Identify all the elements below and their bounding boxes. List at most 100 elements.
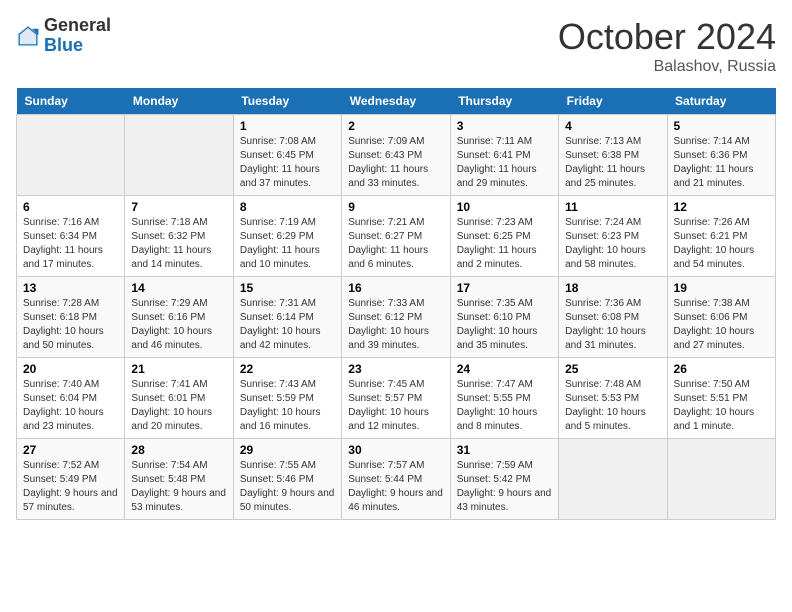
calendar-cell: 29 Sunrise: 7:55 AM Sunset: 5:46 PM Dayli… [233, 439, 341, 520]
day-number: 23 [348, 362, 443, 376]
calendar-cell: 20 Sunrise: 7:40 AM Sunset: 6:04 PM Dayli… [17, 358, 125, 439]
day-number: 21 [131, 362, 226, 376]
day-of-week-header: Monday [125, 88, 233, 115]
day-number: 1 [240, 119, 335, 133]
day-info: Sunrise: 7:26 AM Sunset: 6:21 PM Dayligh… [674, 216, 769, 272]
day-number: 2 [348, 119, 443, 133]
calendar-cell: 25Sunrise: 7:48 AM Sunset: 5:53 PM Dayli… [559, 358, 667, 439]
day-info: Sunrise: 7:45 AM Sunset: 5:57 PM Dayligh… [348, 378, 443, 434]
day-of-week-header: Saturday [667, 88, 775, 115]
day-number: 9 [348, 200, 443, 214]
calendar-cell: 13Sunrise: 7:28 AM Sunset: 6:18 PM Dayli… [17, 277, 125, 358]
calendar-table: SundayMondayTuesdayWednesdayThursdayFrid… [16, 88, 776, 520]
day-info: Sunrise: 7:23 AM Sunset: 6:25 PM Dayligh… [457, 216, 552, 272]
day-number: 16 [348, 281, 443, 295]
day-info: Sunrise: 7:43 AM Sunset: 5:59 PM Dayligh… [240, 378, 335, 434]
day-of-week-header: Tuesday [233, 88, 341, 115]
day-info: Sunrise: 7:59 AM Sunset: 5:42 PM Dayligh… [457, 459, 552, 515]
calendar-cell: 4Sunrise: 7:13 AM Sunset: 6:38 PM Daylig… [559, 115, 667, 196]
day-number: 29 [240, 443, 335, 457]
day-number: 19 [674, 281, 769, 295]
calendar-cell [559, 439, 667, 520]
calendar-cell: 6Sunrise: 7:16 AM Sunset: 6:34 PM Daylig… [17, 196, 125, 277]
day-number: 31 [457, 443, 552, 457]
day-info: Sunrise: 7:47 AM Sunset: 5:55 PM Dayligh… [457, 378, 552, 434]
calendar-cell [125, 115, 233, 196]
day-of-week-header: Wednesday [342, 88, 450, 115]
calendar-cell: 1 Sunrise: 7:08 AM Sunset: 6:45 PM Daylig… [233, 115, 341, 196]
day-info: Sunrise: 7:54 AM Sunset: 5:48 PM Dayligh… [131, 459, 226, 515]
calendar-cell: 3Sunrise: 7:11 AM Sunset: 6:41 PM Daylig… [450, 115, 558, 196]
day-info: Sunrise: 7:19 AM Sunset: 6:29 PM Dayligh… [240, 216, 335, 272]
day-info: Sunrise: 7:16 AM Sunset: 6:34 PM Dayligh… [23, 216, 118, 272]
day-number: 27 [23, 443, 118, 457]
day-number: 14 [131, 281, 226, 295]
calendar-week-row: 6Sunrise: 7:16 AM Sunset: 6:34 PM Daylig… [17, 196, 776, 277]
calendar-cell: 14 Sunrise: 7:29 AM Sunset: 6:16 PM Dayli… [125, 277, 233, 358]
calendar-cell: 31 Sunrise: 7:59 AM Sunset: 5:42 PM Dayli… [450, 439, 558, 520]
day-number: 25 [565, 362, 660, 376]
day-number: 18 [565, 281, 660, 295]
calendar-week-row: 20 Sunrise: 7:40 AM Sunset: 6:04 PM Dayli… [17, 358, 776, 439]
day-info: Sunrise: 7:09 AM Sunset: 6:43 PM Dayligh… [348, 135, 443, 191]
day-info: Sunrise: 7:08 AM Sunset: 6:45 PM Dayligh… [240, 135, 335, 191]
calendar-cell: 30 Sunrise: 7:57 AM Sunset: 5:44 PM Dayli… [342, 439, 450, 520]
day-info: Sunrise: 7:21 AM Sunset: 6:27 PM Dayligh… [348, 216, 443, 272]
calendar-cell: 15 Sunrise: 7:31 AM Sunset: 6:14 PM Dayli… [233, 277, 341, 358]
calendar-cell: 22Sunrise: 7:43 AM Sunset: 5:59 PM Dayli… [233, 358, 341, 439]
calendar-cell [17, 115, 125, 196]
day-info: Sunrise: 7:38 AM Sunset: 6:06 PM Dayligh… [674, 297, 769, 353]
logo-text: General Blue [44, 16, 111, 56]
calendar-cell: 7Sunrise: 7:18 AM Sunset: 6:32 PM Daylig… [125, 196, 233, 277]
day-info: Sunrise: 7:35 AM Sunset: 6:10 PM Dayligh… [457, 297, 552, 353]
calendar-cell: 9 Sunrise: 7:21 AM Sunset: 6:27 PM Daylig… [342, 196, 450, 277]
day-number: 5 [674, 119, 769, 133]
calendar-cell: 10 Sunrise: 7:23 AM Sunset: 6:25 PM Dayli… [450, 196, 558, 277]
day-number: 26 [674, 362, 769, 376]
location-subtitle: Balashov, Russia [558, 58, 776, 76]
calendar-cell: 16Sunrise: 7:33 AM Sunset: 6:12 PM Dayli… [342, 277, 450, 358]
day-of-week-header: Thursday [450, 88, 558, 115]
title-block: October 2024 Balashov, Russia [558, 16, 776, 76]
calendar-cell [667, 439, 775, 520]
day-of-week-header: Friday [559, 88, 667, 115]
day-number: 28 [131, 443, 226, 457]
day-number: 30 [348, 443, 443, 457]
page-header: General Blue October 2024 Balashov, Russ… [16, 16, 776, 76]
day-number: 8 [240, 200, 335, 214]
calendar-cell: 5Sunrise: 7:14 AM Sunset: 6:36 PM Daylig… [667, 115, 775, 196]
day-info: Sunrise: 7:41 AM Sunset: 6:01 PM Dayligh… [131, 378, 226, 434]
day-info: Sunrise: 7:29 AM Sunset: 6:16 PM Dayligh… [131, 297, 226, 353]
day-number: 10 [457, 200, 552, 214]
calendar-cell: 24 Sunrise: 7:47 AM Sunset: 5:55 PM Dayli… [450, 358, 558, 439]
day-info: Sunrise: 7:31 AM Sunset: 6:14 PM Dayligh… [240, 297, 335, 353]
day-info: Sunrise: 7:40 AM Sunset: 6:04 PM Dayligh… [23, 378, 118, 434]
day-number: 20 [23, 362, 118, 376]
calendar-cell: 12 Sunrise: 7:26 AM Sunset: 6:21 PM Dayli… [667, 196, 775, 277]
calendar-cell: 23 Sunrise: 7:45 AM Sunset: 5:57 PM Dayli… [342, 358, 450, 439]
day-info: Sunrise: 7:57 AM Sunset: 5:44 PM Dayligh… [348, 459, 443, 515]
calendar-cell: 8 Sunrise: 7:19 AM Sunset: 6:29 PM Daylig… [233, 196, 341, 277]
day-number: 15 [240, 281, 335, 295]
day-info: Sunrise: 7:13 AM Sunset: 6:38 PM Dayligh… [565, 135, 660, 191]
day-info: Sunrise: 7:52 AM Sunset: 5:49 PM Dayligh… [23, 459, 118, 515]
day-of-week-header: Sunday [17, 88, 125, 115]
day-info: Sunrise: 7:18 AM Sunset: 6:32 PM Dayligh… [131, 216, 226, 272]
calendar-cell: 18 Sunrise: 7:36 AM Sunset: 6:08 PM Dayli… [559, 277, 667, 358]
calendar-cell: 2 Sunrise: 7:09 AM Sunset: 6:43 PM Daylig… [342, 115, 450, 196]
day-number: 3 [457, 119, 552, 133]
month-title: October 2024 [558, 16, 776, 58]
logo-blue-text: Blue [44, 36, 111, 56]
calendar-cell: 11Sunrise: 7:24 AM Sunset: 6:23 PM Dayli… [559, 196, 667, 277]
day-info: Sunrise: 7:36 AM Sunset: 6:08 PM Dayligh… [565, 297, 660, 353]
calendar-cell: 26 Sunrise: 7:50 AM Sunset: 5:51 PM Dayli… [667, 358, 775, 439]
calendar-cell: 17Sunrise: 7:35 AM Sunset: 6:10 PM Dayli… [450, 277, 558, 358]
day-number: 12 [674, 200, 769, 214]
day-info: Sunrise: 7:55 AM Sunset: 5:46 PM Dayligh… [240, 459, 335, 515]
calendar-week-row: 27 Sunrise: 7:52 AM Sunset: 5:49 PM Dayli… [17, 439, 776, 520]
day-number: 24 [457, 362, 552, 376]
logo: General Blue [16, 16, 111, 56]
day-info: Sunrise: 7:50 AM Sunset: 5:51 PM Dayligh… [674, 378, 769, 434]
calendar-cell: 27 Sunrise: 7:52 AM Sunset: 5:49 PM Dayli… [17, 439, 125, 520]
day-info: Sunrise: 7:24 AM Sunset: 6:23 PM Dayligh… [565, 216, 660, 272]
